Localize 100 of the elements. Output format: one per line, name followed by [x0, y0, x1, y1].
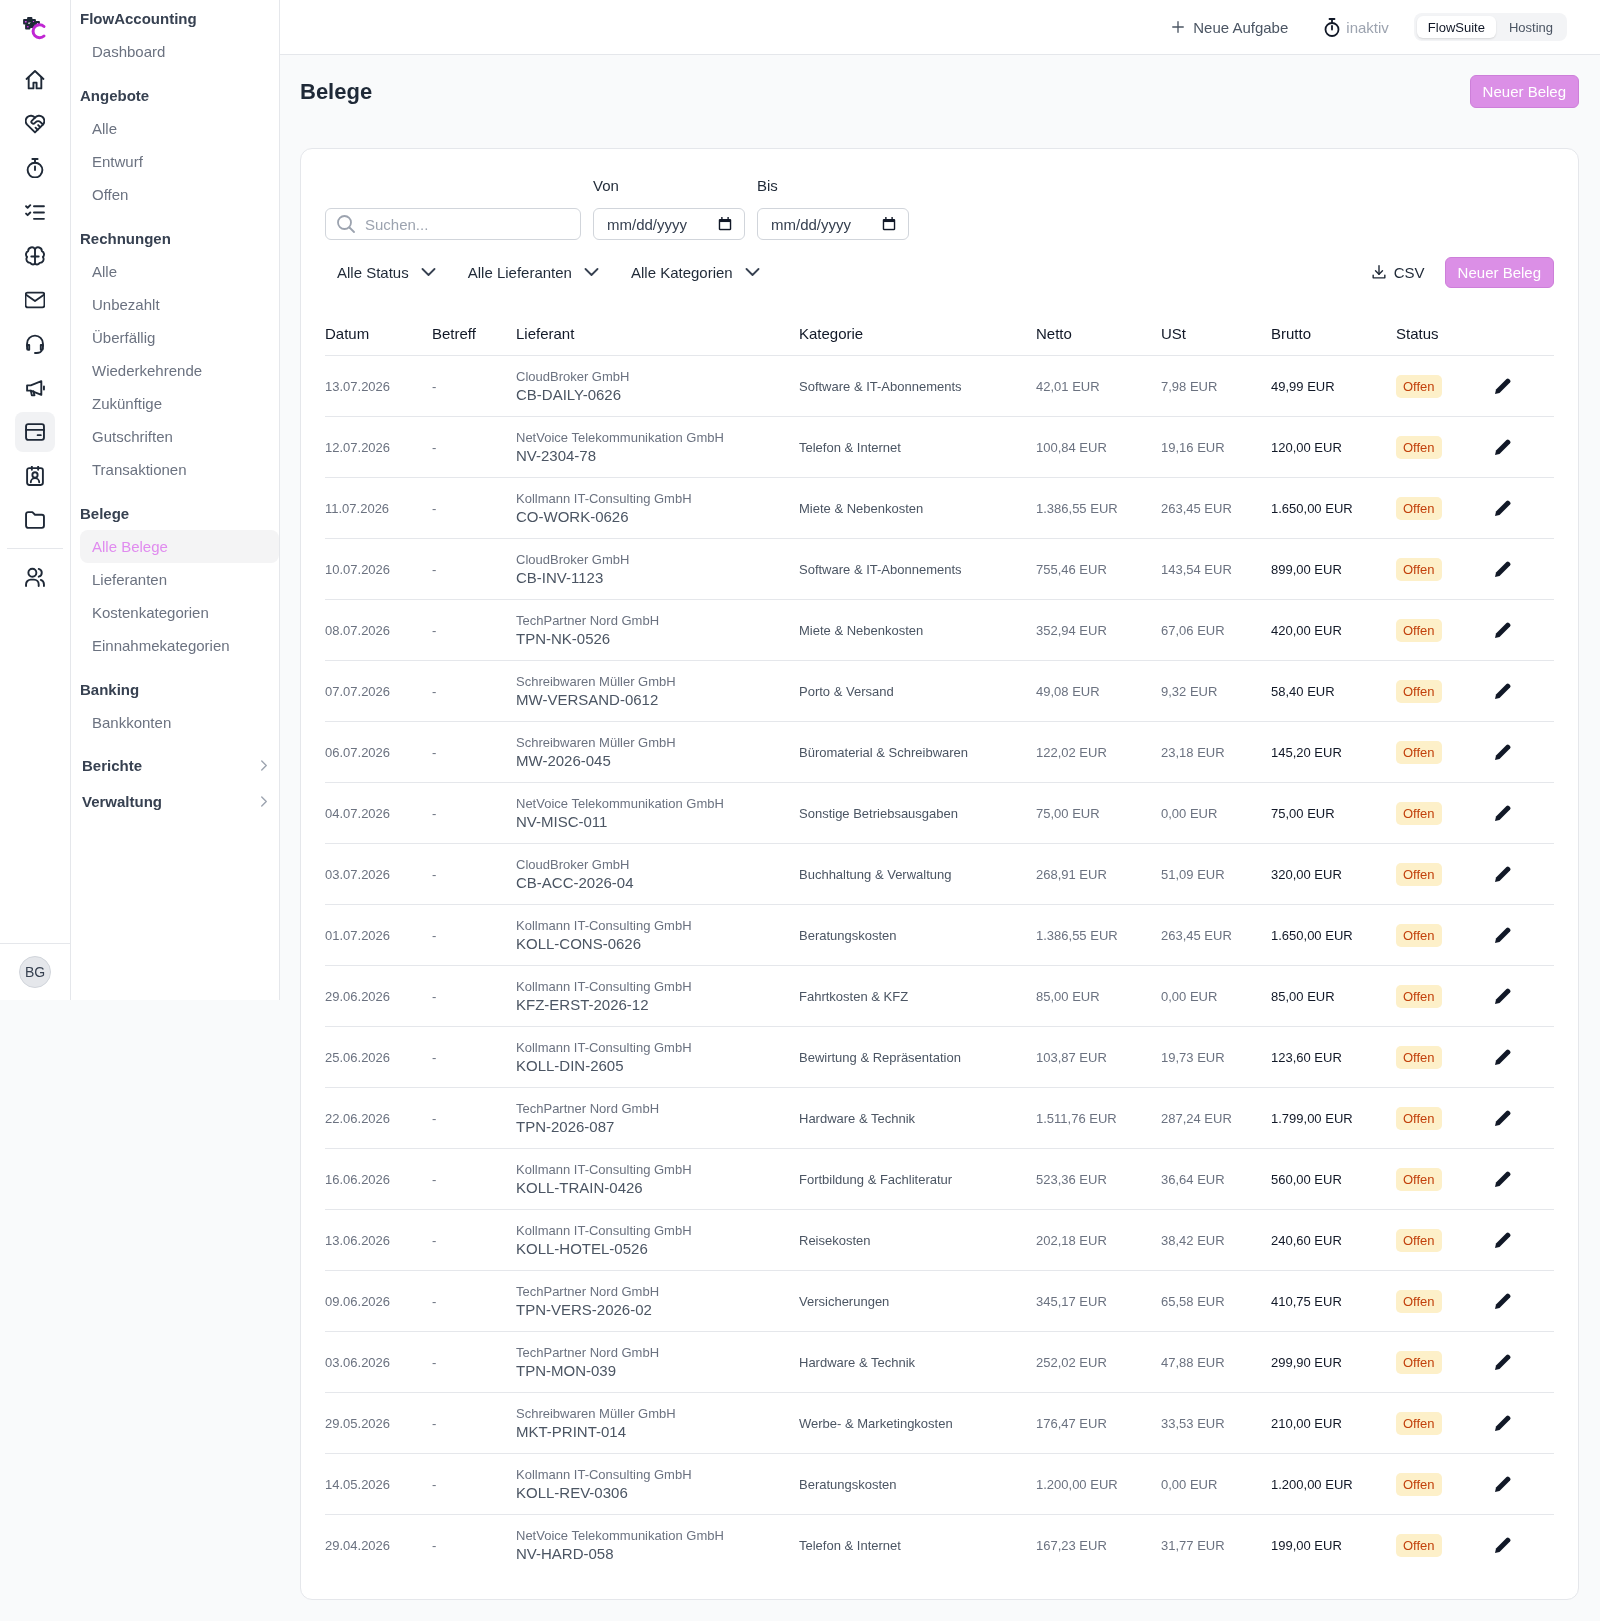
- category-text: Fortbildung & Fachliteratur: [799, 1171, 954, 1187]
- status-badge: Offen: [1396, 1228, 1442, 1252]
- plus-icon: [1172, 21, 1185, 33]
- nav-item[interactable]: Alle: [80, 255, 279, 288]
- nav-rail-button[interactable]: [15, 412, 55, 452]
- nav-item[interactable]: Wiederkehrende: [80, 354, 279, 387]
- gross-amount: 199,00 EUR: [1271, 1537, 1343, 1553]
- nav-item[interactable]: Unbezahlt: [80, 288, 279, 321]
- pencil-icon[interactable]: [1494, 1231, 1512, 1249]
- logo-icon: [23, 17, 47, 41]
- reference-number: TPN-NK-0526: [516, 629, 612, 648]
- nav-item[interactable]: Entwurf: [80, 145, 279, 178]
- net-amount: 122,02 EUR: [1036, 744, 1108, 760]
- date-field[interactable]: mm/dd/yyyy: [757, 208, 909, 240]
- date-text: 16.06.2026: [325, 1171, 392, 1187]
- net-amount: 42,01 EUR: [1036, 378, 1101, 394]
- nav-item[interactable]: Gutschriften: [80, 420, 279, 453]
- category-text: Telefon & Internet: [799, 439, 902, 455]
- gross-amount: 145,20 EUR: [1271, 744, 1343, 760]
- nav-item[interactable]: Kostenkategorien: [80, 596, 279, 629]
- search-icon: [337, 215, 355, 233]
- status-badge: Offen: [1396, 1533, 1442, 1557]
- pencil-icon[interactable]: [1494, 1536, 1512, 1554]
- pencil-icon[interactable]: [1494, 377, 1512, 395]
- switch-option[interactable]: Hosting: [1497, 16, 1564, 38]
- pencil-icon[interactable]: [1494, 743, 1512, 761]
- pencil-icon[interactable]: [1494, 1475, 1512, 1493]
- net-amount: 100,84 EUR: [1036, 439, 1108, 455]
- date-text: 08.07.2026: [325, 622, 392, 638]
- pencil-icon[interactable]: [1494, 499, 1512, 517]
- new-task-button[interactable]: Neue Aufgabe: [1172, 18, 1289, 36]
- pencil-icon[interactable]: [1494, 1048, 1512, 1066]
- gross-amount: 123,60 EUR: [1271, 1049, 1343, 1065]
- column-header: USt: [1161, 325, 1187, 342]
- date-text: 11.07.2026: [325, 500, 391, 516]
- pencil-icon[interactable]: [1494, 1170, 1512, 1188]
- pencil-icon[interactable]: [1494, 621, 1512, 639]
- checklist-icon: [25, 202, 45, 222]
- nav-item[interactable]: Transaktionen: [80, 453, 279, 486]
- column-header: Lieferant: [516, 325, 576, 342]
- date-text: 07.07.2026: [325, 683, 392, 699]
- reference-number: TPN-MON-039: [516, 1361, 617, 1380]
- status-badge: Offen: [1396, 1472, 1442, 1496]
- nav-item[interactable]: Dashboard: [80, 35, 279, 68]
- pencil-icon[interactable]: [1494, 926, 1512, 944]
- section-heading: Rechnungen: [80, 229, 172, 249]
- vat-amount: 143,54 EUR: [1161, 561, 1233, 577]
- supplier-name: Kollmann IT-Consulting GmbH: [516, 978, 693, 995]
- filter-dropdown[interactable]: Alle Kategorien: [618, 256, 772, 288]
- nav-item[interactable]: Einnahmekategorien: [80, 629, 279, 662]
- date-text: 04.07.2026: [325, 805, 392, 821]
- status-badge: Offen: [1396, 1167, 1442, 1191]
- pencil-icon[interactable]: [1494, 1353, 1512, 1371]
- net-amount: 49,08 EUR: [1036, 683, 1101, 699]
- status-badge: Offen: [1396, 679, 1442, 703]
- pencil-icon[interactable]: [1494, 987, 1512, 1005]
- net-amount: 345,17 EUR: [1036, 1293, 1108, 1309]
- pencil-icon[interactable]: [1494, 1109, 1512, 1127]
- vat-amount: 9,32 EUR: [1161, 683, 1219, 699]
- vat-amount: 33,53 EUR: [1161, 1415, 1226, 1431]
- gross-amount: 85,00 EUR: [1271, 988, 1336, 1004]
- subject-text: -: [432, 927, 438, 943]
- pencil-icon[interactable]: [1494, 865, 1512, 883]
- reference-number: NV-2304-78: [516, 446, 598, 465]
- date-text: 03.07.2026: [325, 866, 392, 882]
- csv-export-button[interactable]: CSV: [1361, 256, 1435, 288]
- filter-dropdown[interactable]: Alle Status: [325, 256, 448, 288]
- pencil-icon[interactable]: [1494, 682, 1512, 700]
- vat-amount: 7,98 EUR: [1161, 378, 1219, 394]
- nav-item[interactable]: Bankkonten: [80, 706, 279, 739]
- nav-item[interactable]: Offen: [80, 178, 279, 211]
- nav-item[interactable]: Alle: [80, 112, 279, 145]
- filter-dropdown[interactable]: Alle Lieferanten: [455, 256, 611, 288]
- nav-item[interactable]: Überfällig: [80, 321, 279, 354]
- category-text: Hardware & Technik: [799, 1110, 917, 1126]
- reference-number: KOLL-HOTEL-0526: [516, 1239, 649, 1258]
- supplier-name: NetVoice Telekommunikation GmbH: [516, 795, 725, 812]
- section-heading: Belege: [80, 504, 131, 524]
- nav-item[interactable]: Lieferanten: [80, 563, 279, 596]
- nav-group[interactable]: Berichte: [80, 747, 279, 783]
- nav-group[interactable]: Verwaltung: [80, 783, 279, 819]
- switch-option[interactable]: FlowSuite: [1416, 16, 1496, 38]
- pencil-icon[interactable]: [1494, 1292, 1512, 1310]
- net-amount: 1.386,55 EUR: [1036, 500, 1119, 516]
- brain-icon: [25, 246, 45, 266]
- nav-item[interactable]: Zukünftige: [80, 387, 279, 420]
- pencil-icon[interactable]: [1494, 1414, 1512, 1432]
- subject-text: -: [432, 1354, 438, 1370]
- pencil-icon[interactable]: [1494, 438, 1512, 456]
- reference-number: KOLL-REV-0306: [516, 1483, 629, 1502]
- category-text: Büromaterial & Schreibwaren: [799, 744, 970, 760]
- user-avatar[interactable]: BG: [19, 956, 51, 988]
- pencil-icon[interactable]: [1494, 804, 1512, 822]
- search-field[interactable]: Suchen...: [325, 208, 581, 240]
- supplier-name: Kollmann IT-Consulting GmbH: [516, 917, 693, 934]
- pencil-icon[interactable]: [1494, 560, 1512, 578]
- category-text: Beratungskosten: [799, 927, 898, 943]
- supplier-name: TechPartner Nord GmbH: [516, 1344, 661, 1361]
- vat-amount: 36,64 EUR: [1161, 1171, 1226, 1187]
- date-field[interactable]: mm/dd/yyyy: [593, 208, 745, 240]
